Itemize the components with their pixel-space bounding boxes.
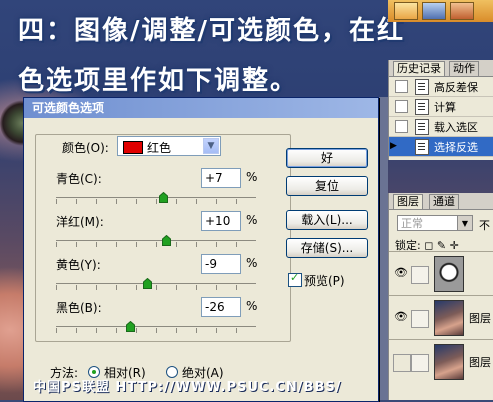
- colors-label: 颜色(O):: [62, 141, 109, 155]
- layer-link-box[interactable]: [411, 354, 429, 372]
- tab-actions[interactable]: 动作: [449, 61, 479, 76]
- layers-panel: 图层 通道 正常 ▼ 不 锁定: ◻ ✎ ✛ 👁 👁 图层 图层: [388, 193, 493, 400]
- layer-name: 图层: [469, 356, 491, 369]
- history-step-icon: [415, 139, 429, 155]
- history-step-icon: [415, 99, 429, 115]
- chevron-down-icon: ▼: [203, 138, 219, 154]
- load-button[interactable]: 载入(L)...: [286, 210, 368, 230]
- percent-label: %: [246, 299, 258, 313]
- eye-icon[interactable]: 👁: [393, 266, 409, 282]
- slider-ticks: [56, 242, 256, 247]
- layer-link-box[interactable]: [411, 310, 429, 328]
- dialog-title: 可选颜色选项: [24, 98, 378, 118]
- layer-link-box[interactable]: [411, 266, 429, 284]
- slider-ticks: [56, 199, 256, 204]
- slider-label: 黄色(Y):: [56, 258, 101, 272]
- history-panel: 历史记录 动作 高反差保计算载入选区 ▶ 选择反选: [388, 60, 493, 160]
- colors-select[interactable]: 红色 ▼: [117, 136, 221, 156]
- history-snapshot-checkbox[interactable]: [395, 120, 408, 133]
- color-swatch: [123, 141, 143, 154]
- slider-track[interactable]: [56, 283, 256, 284]
- history-list: 高反差保计算载入选区 ▶ 选择反选: [389, 77, 493, 157]
- slider-thumb[interactable]: [143, 277, 152, 289]
- history-panel-tabs: 历史记录 动作: [389, 60, 493, 77]
- slider-track[interactable]: [56, 240, 256, 241]
- slider-ticks: [56, 328, 256, 333]
- slider-value-input[interactable]: -9: [201, 254, 241, 274]
- caption-line-1: 四：图像/调整/可选颜色，在红: [18, 16, 405, 46]
- history-step-icon: [415, 79, 429, 95]
- layer-name: 图层: [469, 312, 491, 325]
- history-item[interactable]: 载入选区: [389, 117, 493, 137]
- tab-history[interactable]: 历史记录: [393, 61, 445, 76]
- history-item-label: 计算: [434, 101, 456, 114]
- preview-label: 预览(P): [304, 274, 345, 288]
- eye-icon[interactable]: 👁: [393, 310, 409, 326]
- slider-value-input[interactable]: +10: [201, 211, 241, 231]
- slider-label: 洋红(M):: [56, 215, 104, 229]
- layer-thumbnail: [434, 256, 464, 292]
- history-snapshot-checkbox[interactable]: [395, 100, 408, 113]
- slider-track[interactable]: [56, 326, 256, 327]
- history-item[interactable]: ▶ 选择反选: [389, 137, 493, 157]
- save-button[interactable]: 存储(S)...: [286, 238, 368, 258]
- selective-color-dialog: 可选颜色选项 颜色(O): 红色 ▼ 青色(C): +7% 洋红(M): +10% 黄色…: [23, 97, 379, 402]
- layer-thumbnail: [434, 300, 464, 336]
- watermark-text: 中国PS联盟 HTTP://WWW.PSUC.CN/BBS/: [33, 380, 342, 395]
- layer-row[interactable]: 图层: [389, 339, 493, 384]
- percent-label: %: [246, 170, 258, 184]
- blend-mode-select[interactable]: 正常 ▼: [397, 215, 473, 231]
- swatch-thumb[interactable]: [422, 2, 446, 20]
- slider-thumb[interactable]: [162, 234, 171, 246]
- slider-value-input[interactable]: -26: [201, 297, 241, 317]
- percent-label: %: [246, 213, 258, 227]
- blend-mode-value: 正常: [401, 217, 423, 230]
- slider-thumb[interactable]: [126, 320, 135, 332]
- checkmark-icon: ✓: [290, 271, 300, 284]
- history-item-label: 选择反选: [434, 141, 478, 154]
- slider-track[interactable]: [56, 197, 256, 198]
- opacity-label: 不: [479, 219, 490, 232]
- history-snapshot-checkbox[interactable]: [395, 80, 408, 93]
- layers-panel-tabs: 图层 通道: [389, 193, 493, 210]
- visibility-toggle[interactable]: [393, 354, 411, 372]
- swatch-strip: [388, 0, 493, 22]
- history-item[interactable]: 高反差保: [389, 77, 493, 97]
- tab-layers[interactable]: 图层: [393, 194, 423, 209]
- caption-line-2: 色选项里作如下调整。: [18, 66, 299, 96]
- slider-value-input[interactable]: +7: [201, 168, 241, 188]
- tab-channels[interactable]: 通道: [429, 194, 459, 209]
- slider-ticks: [56, 285, 256, 290]
- layer-thumbnail: [434, 344, 464, 380]
- history-item[interactable]: 计算: [389, 97, 493, 117]
- slider-thumb[interactable]: [159, 191, 168, 203]
- layer-row[interactable]: 👁: [389, 251, 493, 296]
- layer-row[interactable]: 👁 图层: [389, 295, 493, 340]
- colors-select-value: 红色: [147, 141, 172, 155]
- slider-label: 青色(C):: [56, 172, 102, 186]
- chevron-down-icon: ▼: [457, 216, 472, 230]
- percent-label: %: [246, 256, 258, 270]
- history-step-icon: [415, 119, 429, 135]
- reset-button[interactable]: 复位: [286, 176, 368, 196]
- swatch-thumb[interactable]: [394, 2, 418, 20]
- ok-button[interactable]: 好: [286, 148, 368, 168]
- history-item-label: 载入选区: [434, 121, 478, 134]
- history-state-marker-icon: ▶: [390, 141, 397, 151]
- preview-checkbox[interactable]: ✓: [288, 271, 302, 287]
- history-item-label: 高反差保: [434, 81, 478, 94]
- swatch-thumb[interactable]: [450, 2, 474, 20]
- slider-label: 黑色(B):: [56, 301, 102, 315]
